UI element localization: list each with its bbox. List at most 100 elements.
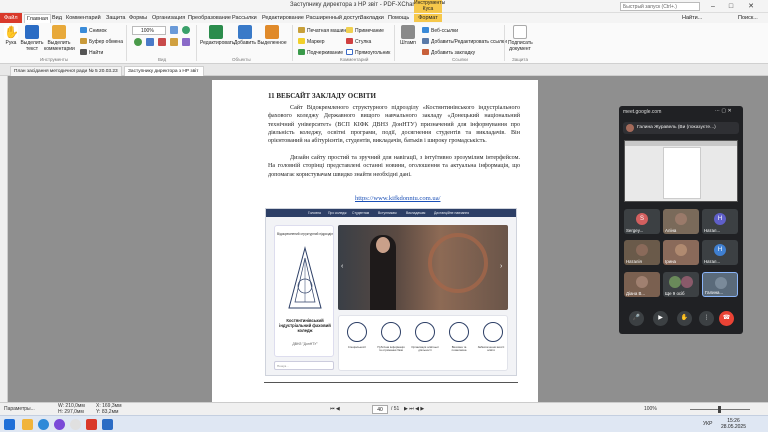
pdf-editor-icon[interactable] [86,419,97,430]
clock[interactable]: 15:26 28.05.2025 [721,418,746,430]
tab-document-2[interactable]: Заступнику директора з НР звіт [124,66,204,76]
carousel-next-icon[interactable]: › [500,263,502,270]
menu-view[interactable]: Вид [50,14,64,22]
add-bookmark-button[interactable]: Добавить закладку [422,49,475,56]
link-icon [422,38,429,44]
web-links-button[interactable]: Веб-ссылки [422,27,458,34]
selected-button[interactable]: Выделенное [257,25,287,46]
menu-forms[interactable]: Формы [127,14,149,22]
group-objects-label: Объекты [232,57,251,62]
maximize-button[interactable]: □ [724,1,738,12]
find-button[interactable]: Найти... [680,14,704,22]
start-icon[interactable] [4,419,15,430]
edit-links-button[interactable]: Добавить/Редактировать ссылки [422,38,507,45]
page-nav-buttons-next[interactable]: ▶ ⏭ ◀ ▶ [404,406,424,412]
camera-button[interactable]: ▶ [653,311,668,326]
options-button[interactable]: Параметры... [4,406,35,412]
participant-tile[interactable]: Н Натал... [702,209,738,234]
mic-button[interactable]: 🎤 [629,311,644,326]
ribbon-separator [196,25,197,61]
underline-button[interactable]: Подчеркивание [298,49,343,56]
self-tile[interactable]: Галина... [702,272,738,297]
left-pane[interactable] [0,76,8,402]
viber-icon[interactable] [54,419,65,430]
quick-launch-search[interactable]: Быстрый запуск (Ctrl+.) [620,2,700,11]
website-link[interactable]: https://www.kifkdonntu.com.ua/ [355,195,440,202]
participant-tile[interactable]: Аліна [663,209,699,234]
rotate-icon[interactable] [158,38,166,46]
page-layout-icon[interactable] [170,38,178,46]
end-call-button[interactable]: ☎ [719,311,734,326]
file-explorer-icon[interactable] [22,419,33,430]
snapshot-button[interactable]: Снимок [80,27,107,34]
note-button[interactable]: Примечание [346,27,384,34]
hand-tool-button[interactable]: ✋ Рука [2,25,20,46]
menu-format[interactable]: Формат [414,14,442,22]
zoom-out-icon[interactable] [170,26,178,34]
edge-icon[interactable] [38,419,49,430]
ribbon: ✋ Рука Выделить текст Выделить комментар… [0,23,768,64]
chrome-icon[interactable] [70,419,81,430]
refresh-icon[interactable] [182,26,190,34]
minimize-button[interactable]: – [706,1,720,12]
select-text-button[interactable]: Выделить текст [20,25,44,52]
menu-mailings[interactable]: Рассылки [230,14,259,22]
zoom-slider-handle[interactable] [718,406,721,413]
sticky-note-icon [346,27,353,33]
tools-icon [347,322,367,342]
stamp-icon [401,25,415,39]
participant-tile[interactable]: S Sergey... [624,209,660,234]
search-button[interactable]: Поиск... [736,14,760,22]
select-comments-button[interactable]: Выделить комментарии [44,25,75,52]
participant-tile[interactable]: Ірина [663,240,699,265]
marker-button[interactable]: Маркер [298,38,325,45]
site-nav-item: Дистанційне навчання [434,211,470,215]
ribbon-separator [292,25,293,61]
participant-tile[interactable]: Наталія [624,240,660,265]
menu-share[interactable]: Расширенный доступ [304,14,363,22]
menu-organize[interactable]: Организация [150,14,187,22]
more-options-button[interactable]: ⋮ [699,311,714,326]
more-participants-tile[interactable]: Ще 9 осіб [663,272,699,297]
zoom-in-icon[interactable] [134,38,142,46]
site-search-field: Пошук... [274,361,334,370]
carousel-prev-icon[interactable]: ‹ [341,263,343,270]
quick-link-label: Забезпечення якості освіти [477,345,505,353]
ribbon-separator [394,25,395,61]
menu-file[interactable]: Файл [0,13,22,23]
presenter-bar[interactable]: Галина Журавель (Ви (показуєте...) [623,122,739,134]
sign-document-button[interactable]: Подписать документ [508,25,533,52]
close-button[interactable]: ✕ [744,1,758,12]
menu-comment[interactable]: Комментарий [64,14,103,22]
zoom-level[interactable]: 100% [644,406,657,412]
zoom-select[interactable]: 100% [132,26,166,35]
college-affiliation: ДВНЗ "ДонНТУ" [292,342,318,346]
raise-hand-button[interactable]: ✋ [677,311,692,326]
tab-document-1[interactable]: План засідання методичної ради № 5 20.03… [10,66,122,76]
split-view-icon[interactable] [182,38,190,46]
strikeout-button[interactable]: Стулка [346,38,371,45]
menu-protect[interactable]: Защита [104,14,128,22]
participant-tile[interactable]: Діана В... [624,272,660,297]
participant-tile[interactable]: Н Натал... [702,240,738,265]
add-object-button[interactable]: Добавить [233,25,257,46]
page-nav-buttons[interactable]: ⏮ ◀ [330,406,340,412]
highlighter-icon [298,38,305,44]
menu-convert[interactable]: Преобразование [186,14,233,22]
clipboard-button[interactable]: Буфер обмена [80,38,123,45]
keyboard-language[interactable]: УКР [703,421,712,427]
meet-window-controls[interactable]: ⋯ ▢ ✕ [715,108,732,114]
fit-page-icon[interactable] [146,38,154,46]
menu-edit[interactable]: Редактирование [260,14,306,22]
menu-home[interactable]: Главная [24,14,51,23]
edit-button[interactable]: Редактировать [200,25,235,46]
find-tool-button[interactable]: Найти [80,49,103,56]
context-tab-label[interactable]: Инструменты Куса [414,0,445,13]
word-icon[interactable] [102,419,113,430]
typewriter-button[interactable]: Печатная машинка [298,27,351,34]
rectangle-button[interactable]: Прямоугольник [346,49,390,56]
stamp-button[interactable]: Штамп [398,25,418,46]
menu-help[interactable]: Помощь [386,14,411,22]
page-number-input[interactable]: 40 [372,405,388,414]
menu-bookmarks[interactable]: Закладки [358,14,386,22]
